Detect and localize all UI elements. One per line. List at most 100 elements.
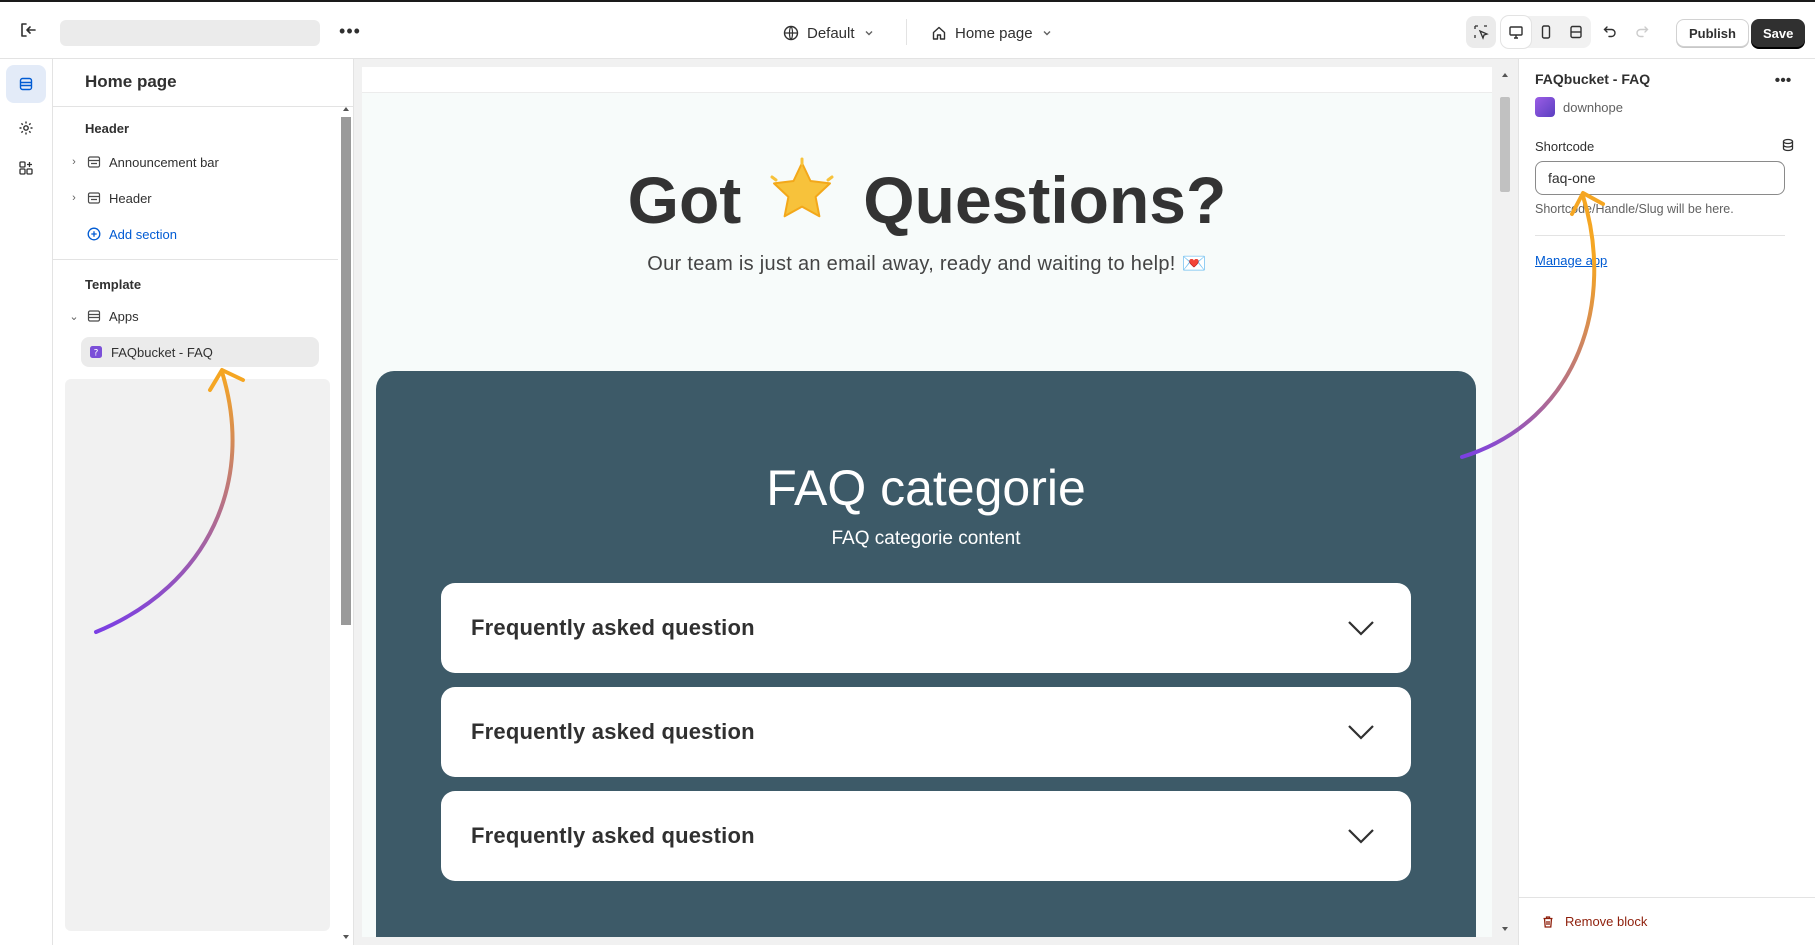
drag-placeholder <box>65 379 330 931</box>
chevron-down-icon <box>1348 829 1374 844</box>
divider <box>906 19 907 45</box>
undo-button[interactable] <box>1596 17 1624 45</box>
theme-settings-nav-button[interactable] <box>6 109 46 147</box>
downhope-app-icon <box>1535 97 1555 117</box>
preview-canvas: Got Questions? Our team is just an email… <box>354 59 1518 945</box>
app-attribution: downhope <box>1535 97 1623 117</box>
preview-scrollbar[interactable] <box>1496 67 1514 937</box>
redo-icon <box>1636 26 1649 38</box>
scroll-down-icon <box>1502 927 1508 931</box>
template-group-label: Template <box>85 277 142 292</box>
exit-icon[interactable] <box>14 16 42 44</box>
sidebar-item-apps[interactable]: ⌄ Apps <box>67 301 329 331</box>
scrollbar-thumb[interactable] <box>341 117 351 625</box>
apps-icon <box>19 161 33 175</box>
gear-icon <box>19 121 33 135</box>
section-icon <box>87 191 109 205</box>
app-name: downhope <box>1563 99 1623 115</box>
home-icon <box>932 26 946 40</box>
top-bar: ••• Default Home page Publish Save <box>0 0 1815 59</box>
globe-icon <box>783 25 799 41</box>
manage-app-link[interactable]: Manage app <box>1535 253 1607 268</box>
sidebar-item-label: Announcement bar <box>109 154 219 170</box>
faq-category-title: FAQ categorie <box>766 460 1086 516</box>
faq-question-item[interactable]: Frequently asked question <box>441 687 1411 777</box>
page-label: Home page <box>955 24 1033 42</box>
storefront-preview-frame[interactable]: Got Questions? Our team is just an email… <box>362 67 1492 937</box>
sidebar-item-header[interactable]: › Header <box>67 183 329 213</box>
hero-title-left: Got <box>627 162 742 237</box>
hero-heading: Got Questions? <box>362 157 1492 242</box>
publish-button[interactable]: Publish <box>1676 19 1749 47</box>
sidebar-item-faqbucket-faq[interactable]: ? FAQbucket - FAQ <box>81 337 319 367</box>
section-icon <box>87 155 109 169</box>
database-icon <box>1782 138 1794 152</box>
faq-question-label: Frequently asked question <box>471 615 755 640</box>
page-selector[interactable]: Home page <box>931 20 1053 46</box>
block-title: FAQbucket - FAQ <box>1535 71 1651 87</box>
faq-question-item[interactable]: Frequently asked question <box>441 791 1411 881</box>
apps-nav-button[interactable] <box>6 149 46 187</box>
theme-selector[interactable]: Default <box>783 20 875 46</box>
chevron-right-icon: › <box>72 192 76 204</box>
shortcode-input[interactable] <box>1535 161 1785 195</box>
sidebar-item-label: Header <box>109 190 152 206</box>
sections-nav-button[interactable] <box>6 65 46 103</box>
dynamic-source-button[interactable] <box>1781 138 1795 157</box>
shortcode-help-text: Shortcode/Handle/Slug will be here. <box>1535 202 1734 216</box>
faq-category-content: FAQ categorie content <box>831 528 1021 549</box>
sidebar-item-label: FAQbucket - FAQ <box>111 344 213 360</box>
apps-section-icon <box>87 309 109 323</box>
inspector-toggle[interactable] <box>1466 16 1496 48</box>
scroll-up-icon <box>1502 73 1508 77</box>
block-more-options-button[interactable]: ••• <box>1769 69 1797 93</box>
remove-block-label: Remove block <box>1565 914 1648 929</box>
sections-icon <box>19 77 33 91</box>
sidebar-scrollbar[interactable] <box>337 103 352 945</box>
svg-text:?: ? <box>94 349 99 359</box>
fullscreen-icon <box>1570 25 1582 39</box>
undo-icon <box>1603 26 1616 38</box>
mobile-view-button[interactable] <box>1531 16 1561 48</box>
divider <box>53 259 338 260</box>
mobile-icon <box>1541 25 1551 39</box>
sidebar-title: Home page <box>85 72 177 91</box>
shortcode-label: Shortcode <box>1535 139 1595 154</box>
inspect-cursor-icon <box>1474 25 1489 40</box>
faq-section: FAQ categorie FAQ categorie content Freq… <box>376 371 1476 937</box>
star-emoji-icon <box>767 157 837 242</box>
plus-circle-icon <box>87 227 109 241</box>
desktop-view-button[interactable] <box>1501 16 1531 48</box>
remove-block-button[interactable]: Remove block <box>1541 914 1647 929</box>
sections-sidebar: Home page Header › Announcement bar › He… <box>53 59 354 945</box>
preview-header-strip <box>362 67 1492 93</box>
theme-label: Default <box>807 24 855 42</box>
faqbucket-app-icon: ? <box>89 345 111 359</box>
chevron-down-icon: ⌄ <box>69 310 79 323</box>
desktop-icon <box>1509 26 1523 39</box>
add-section-button[interactable]: Add section <box>67 219 329 249</box>
save-button[interactable]: Save <box>1751 19 1806 47</box>
divider <box>1519 897 1815 898</box>
scrollbar-thumb[interactable] <box>1500 97 1510 192</box>
faq-question-item[interactable]: Frequently asked question <box>441 583 1411 673</box>
divider <box>53 106 353 107</box>
sidebar-item-announcement-bar[interactable]: › Announcement bar <box>67 147 329 177</box>
faq-question-label: Frequently asked question <box>471 823 755 848</box>
block-settings-panel: FAQbucket - FAQ ••• downhope Shortcode S… <box>1518 59 1815 945</box>
chevron-down-icon <box>1348 725 1374 740</box>
chevron-right-icon: › <box>72 156 76 168</box>
sidebar-item-label: Apps <box>109 308 139 324</box>
fullscreen-view-button[interactable] <box>1561 16 1591 48</box>
scroll-up-icon <box>343 107 349 111</box>
add-section-label: Add section <box>109 226 177 242</box>
chevron-down-icon <box>1043 31 1051 36</box>
header-group-label: Header <box>85 121 130 136</box>
hero-subtitle: Our team is just an email away, ready an… <box>647 253 1207 275</box>
more-options-button[interactable]: ••• <box>336 17 364 45</box>
redo-button[interactable] <box>1628 17 1656 45</box>
chevron-down-icon <box>1348 621 1374 636</box>
left-nav-rail <box>0 59 53 945</box>
divider <box>1535 235 1785 236</box>
scroll-down-icon <box>343 935 349 939</box>
